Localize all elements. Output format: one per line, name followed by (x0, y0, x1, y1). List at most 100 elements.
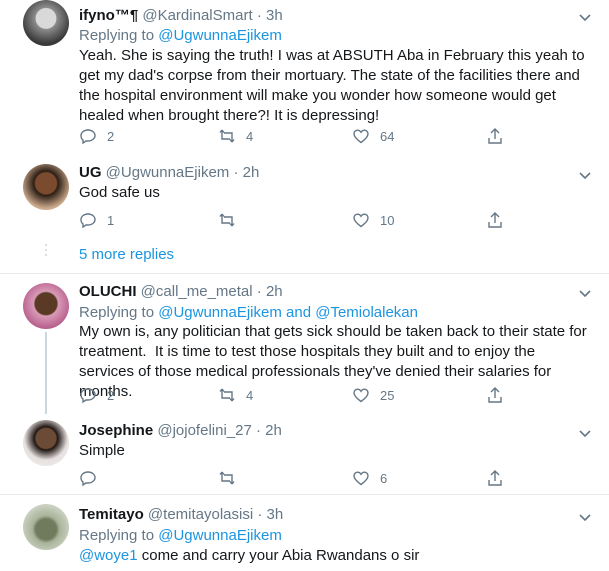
reply-count: 1 (107, 212, 115, 228)
replying-to: Replying to @UgwunnaEjikem and @Temiolal… (79, 303, 418, 323)
like-count: 64 (380, 128, 395, 144)
reply-button[interactable]: 1 (79, 210, 114, 230)
author-name[interactable]: UG (79, 164, 102, 181)
retweet-button[interactable] (218, 210, 236, 230)
tweet-text-body: come and carry your Abia Rwandans o sir (137, 547, 420, 564)
tweet-header: Josephine @jojofelini_27 · 2h (79, 421, 282, 441)
mention-link[interactable]: @woye1 (79, 547, 138, 564)
author-handle[interactable]: @call_me_metal (141, 283, 253, 300)
tweet-text: @woye1 come and carry your Abia Rwandans… (79, 546, 594, 566)
reply-button[interactable]: 2 (79, 385, 114, 405)
retweet-icon (219, 213, 235, 227)
like-button[interactable]: 6 (352, 468, 387, 488)
tweet-text: My own is, any politician that gets sick… (79, 323, 591, 400)
tweet-header: UG @UgwunnaEjikem · 2h (79, 163, 259, 183)
tweet[interactable]: ifyno™¶ @KardinalSmart · 3h Replying to … (0, 0, 609, 156)
avatar[interactable] (23, 504, 69, 550)
share-button[interactable] (486, 126, 504, 146)
chevron-down-icon[interactable] (577, 425, 593, 441)
share-button[interactable] (486, 468, 504, 488)
thread-dots (45, 244, 47, 259)
retweet-button[interactable]: 4 (218, 126, 253, 146)
retweet-icon (219, 471, 235, 485)
reply-button[interactable]: 2 (79, 126, 114, 146)
chevron-down-icon[interactable] (577, 285, 593, 301)
reply-button[interactable] (79, 468, 97, 488)
avatar[interactable] (23, 0, 69, 46)
like-count: 6 (380, 470, 388, 486)
more-replies-link[interactable]: 5 more replies (79, 245, 174, 265)
replying-link[interactable]: @Temiolalekan (315, 304, 418, 321)
timestamp[interactable]: 2h (266, 283, 283, 300)
author-name[interactable]: ifyno™¶ (79, 7, 138, 24)
tweet-header: ifyno™¶ @KardinalSmart · 3h (79, 6, 283, 26)
share-icon (488, 128, 502, 144)
replying-to: Replying to @UgwunnaEjikem (79, 26, 282, 46)
separator-dot: · (256, 7, 262, 24)
author-handle[interactable]: @KardinalSmart (142, 7, 252, 24)
like-icon (353, 129, 369, 144)
separator-dot: · (256, 283, 262, 300)
timestamp[interactable]: 2h (265, 422, 282, 439)
retweet-icon (219, 129, 235, 143)
tweet-header: Temitayo @temitayolasisi · 3h (79, 505, 283, 525)
author-name[interactable]: OLUCHI (79, 283, 137, 300)
timestamp[interactable]: 2h (243, 164, 260, 181)
tweet-text: God safe us (79, 184, 160, 201)
avatar[interactable] (23, 164, 69, 210)
reply-count: 2 (107, 128, 115, 144)
like-button[interactable]: 64 (352, 126, 394, 146)
tweet-text: Simple (79, 442, 125, 459)
share-icon (488, 387, 502, 403)
like-icon (353, 213, 369, 228)
reply-icon (80, 388, 96, 404)
retweet-button[interactable] (218, 468, 236, 488)
author-handle[interactable]: @jojofelini_27 (157, 422, 251, 439)
author-handle[interactable]: @temitayolasisi (148, 506, 253, 523)
tweet[interactable]: OLUCHI @call_me_metal · 2h Replying to @… (0, 274, 609, 414)
avatar[interactable] (23, 420, 69, 466)
share-button[interactable] (486, 385, 504, 405)
replying-link[interactable]: @UgwunnaEjikem (158, 27, 282, 44)
share-button[interactable] (486, 210, 504, 230)
replying-label: Replying to (79, 27, 159, 44)
author-name[interactable]: Temitayo (79, 506, 144, 523)
like-button[interactable]: 25 (352, 385, 394, 405)
like-icon (353, 388, 369, 403)
replying-link[interactable]: @UgwunnaEjikem (158, 304, 282, 321)
replying-and: and (281, 304, 316, 321)
tweet[interactable]: Josephine @jojofelini_27 · 2h Simple 6 (0, 416, 609, 494)
like-icon (353, 471, 369, 486)
reply-icon (80, 471, 96, 487)
author-name[interactable]: Josephine (79, 422, 153, 439)
like-count: 10 (380, 212, 395, 228)
share-icon (488, 470, 502, 486)
replying-link[interactable]: @UgwunnaEjikem (158, 527, 282, 544)
like-count: 25 (380, 387, 395, 403)
like-button[interactable]: 10 (352, 210, 394, 230)
timestamp[interactable]: 3h (266, 7, 283, 24)
reply-icon (80, 129, 96, 145)
chevron-down-icon[interactable] (577, 167, 593, 183)
timestamp[interactable]: 3h (267, 506, 284, 523)
retweet-count: 4 (246, 128, 254, 144)
avatar[interactable] (23, 283, 69, 329)
retweet-button[interactable]: 4 (218, 385, 253, 405)
chevron-down-icon[interactable] (577, 509, 593, 525)
reply-icon (80, 213, 96, 229)
tweet-header: OLUCHI @call_me_metal · 2h (79, 282, 283, 302)
separator-dot: · (233, 164, 239, 181)
reply-count: 2 (107, 387, 115, 403)
author-handle[interactable]: @UgwunnaEjikem (106, 164, 230, 181)
separator-dot: · (255, 422, 261, 439)
separator-dot: · (257, 506, 263, 523)
replying-to: Replying to @UgwunnaEjikem (79, 526, 282, 546)
tweet[interactable]: Temitayo @temitayolasisi · 3h Replying t… (0, 495, 609, 571)
chevron-down-icon[interactable] (577, 9, 593, 25)
tweet[interactable]: UG @UgwunnaEjikem · 2h God safe us 1 10 (0, 158, 609, 236)
tweet-text: Yeah. She is saying the truth! I was at … (79, 47, 589, 124)
retweet-icon (219, 388, 235, 402)
replying-label: Replying to (79, 527, 159, 544)
replying-label: Replying to (79, 304, 159, 321)
retweet-count: 4 (246, 387, 254, 403)
